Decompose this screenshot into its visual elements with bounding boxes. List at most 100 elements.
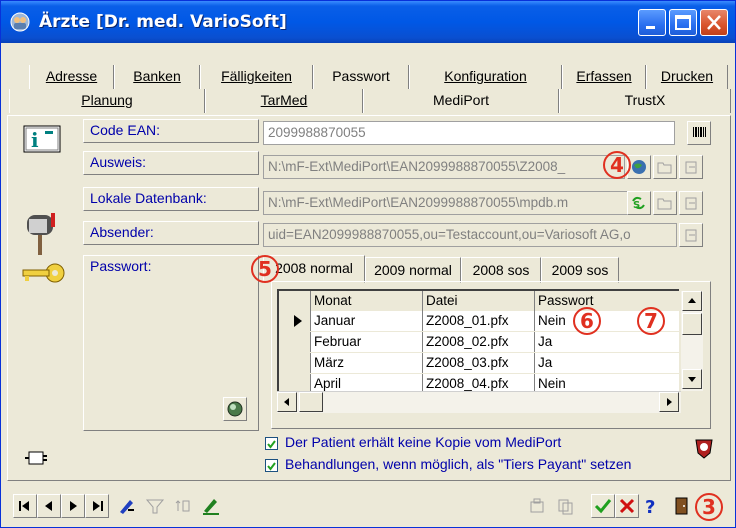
- row-indicator: [279, 374, 311, 391]
- scroll-up-button[interactable]: [682, 291, 702, 311]
- code-ean-field[interactable]: 2099988870055: [263, 121, 675, 145]
- table-row[interactable]: Januar Z2008_01.pfx Nein: [279, 311, 679, 331]
- ausweis-label: Ausweis:: [83, 151, 259, 175]
- previous-record-button[interactable]: [37, 494, 61, 518]
- table-row[interactable]: Februar Z2008_02.pfx Ja: [279, 332, 679, 352]
- grid-horizontal-scrollbar[interactable]: [277, 391, 681, 413]
- first-record-button[interactable]: [13, 494, 37, 518]
- column-header-monat[interactable]: Monat: [311, 291, 423, 311]
- help-question-icon: ?: [645, 497, 655, 518]
- sort-button[interactable]: [171, 494, 195, 518]
- checkbox-keine-kopie-label[interactable]: Der Patient erhält keine Kopie vom MediP…: [285, 434, 561, 450]
- copy-button[interactable]: [553, 494, 577, 518]
- tab-trustx[interactable]: TrustX: [559, 89, 731, 113]
- edit-button[interactable]: [115, 494, 139, 518]
- grid-vertical-scrollbar[interactable]: [681, 291, 703, 391]
- key-icon: [22, 263, 65, 283]
- ausweis-open-button[interactable]: [653, 155, 677, 179]
- filter-button[interactable]: [143, 494, 167, 518]
- cancel-button[interactable]: [615, 494, 639, 518]
- plug-icon: [25, 451, 47, 465]
- cell-datei[interactable]: Z2008_04.pfx: [423, 374, 535, 391]
- last-record-button[interactable]: [85, 494, 109, 518]
- cell-passwort[interactable]: Nein: [535, 374, 679, 391]
- barcode-button[interactable]: [687, 121, 711, 145]
- callout-6: 6: [573, 307, 601, 335]
- info-icon: i: [23, 125, 61, 153]
- current-row-arrow-icon: [294, 315, 302, 327]
- cell-monat[interactable]: April: [311, 374, 423, 391]
- hscroll-thumb[interactable]: [299, 392, 323, 412]
- copy-icon: [558, 499, 573, 515]
- callout-7: 7: [637, 307, 665, 335]
- cell-monat[interactable]: Januar: [311, 311, 423, 331]
- tab-mediport[interactable]: MediPort: [363, 89, 559, 113]
- svg-text:S: S: [633, 200, 640, 211]
- print-button[interactable]: [525, 494, 549, 518]
- next-record-button[interactable]: [61, 494, 85, 518]
- certificate-button[interactable]: [223, 397, 247, 421]
- close-button[interactable]: [700, 9, 728, 36]
- tab-planung[interactable]: Planung: [9, 89, 205, 113]
- svg-text:i: i: [31, 128, 39, 152]
- cell-monat[interactable]: März: [311, 353, 423, 373]
- minimize-button[interactable]: [638, 9, 666, 36]
- svg-text:?: ?: [645, 497, 655, 517]
- close-icon: [707, 15, 721, 30]
- first-icon: [19, 501, 29, 511]
- cell-datei[interactable]: Z2008_01.pfx: [423, 311, 535, 331]
- exit-button[interactable]: [669, 494, 693, 518]
- absender-field[interactable]: uid=EAN2099988870055,ou=Testaccount,ou=V…: [263, 223, 677, 247]
- cell-passwort[interactable]: Ja: [535, 353, 679, 373]
- subtab-2009-normal[interactable]: 2009 normal: [365, 257, 461, 283]
- table-row[interactable]: März Z2008_03.pfx Ja: [279, 353, 679, 373]
- cell-passwort[interactable]: Ja: [535, 332, 679, 352]
- tab-adresse[interactable]: Adresse: [29, 65, 114, 89]
- absender-export-button[interactable]: [679, 223, 703, 247]
- checkbox-keine-kopie[interactable]: [265, 437, 278, 450]
- subtab-2008-sos[interactable]: 2008 sos: [461, 257, 541, 283]
- sign-button[interactable]: [199, 494, 223, 518]
- subtab-2009-sos[interactable]: 2009 sos: [541, 257, 619, 283]
- ausweis-export-button[interactable]: [679, 155, 703, 179]
- tab-passwort[interactable]: Passwort: [313, 65, 409, 89]
- datenbank-export-button[interactable]: [679, 191, 703, 215]
- shield-icon[interactable]: [693, 437, 715, 461]
- checkbox-tiers-payant-label[interactable]: Behandlungen, wenn möglich, als "Tiers P…: [285, 456, 631, 472]
- scroll-down-button[interactable]: [682, 369, 702, 389]
- ok-button[interactable]: [591, 494, 615, 518]
- sort-icon: [175, 500, 190, 512]
- datenbank-open-button[interactable]: [653, 191, 677, 215]
- ausweis-field[interactable]: N:\mF-Ext\MediPort\EAN2099988870055\Z200…: [263, 155, 625, 179]
- tab-drucken[interactable]: Drucken: [646, 65, 728, 89]
- tab-banken[interactable]: Banken: [114, 65, 200, 89]
- cell-datei[interactable]: Z2008_03.pfx: [423, 353, 535, 373]
- sync-button[interactable]: S: [627, 191, 651, 215]
- column-header-datei[interactable]: Datei: [423, 291, 535, 311]
- globe-icon: [632, 160, 646, 174]
- cell-monat[interactable]: Februar: [311, 332, 423, 352]
- row-indicator: [279, 332, 311, 352]
- cell-datei[interactable]: Z2008_02.pfx: [423, 332, 535, 352]
- check-icon: [267, 440, 276, 449]
- export-icon: [685, 229, 697, 242]
- table-row[interactable]: April Z2008_04.pfx Nein: [279, 374, 679, 391]
- help-button[interactable]: ?: [639, 494, 663, 518]
- scroll-right-button[interactable]: [659, 392, 679, 412]
- tab-faelligkeiten[interactable]: Fälligkeiten: [200, 65, 313, 89]
- lokale-datenbank-field[interactable]: N:\mF-Ext\MediPort\EAN2099988870055\mpdb…: [263, 191, 637, 215]
- checkbox-tiers-payant[interactable]: [265, 459, 278, 472]
- tab-erfassen[interactable]: Erfassen: [562, 65, 646, 89]
- tab-tarmed[interactable]: TarMed: [205, 89, 363, 113]
- grid-header-row: Monat Datei Passwort: [279, 291, 679, 311]
- app-icon: [10, 12, 30, 32]
- title-bar[interactable]: Ärzte [Dr. med. VarioSoft]: [1, 1, 735, 43]
- scroll-thumb[interactable]: [682, 313, 702, 335]
- app-window: Ärzte [Dr. med. VarioSoft] Adresse Banke…: [0, 0, 736, 528]
- maximize-button[interactable]: [669, 9, 697, 36]
- tab-row-1: Adresse Banken Fälligkeiten Passwort Kon…: [29, 65, 729, 89]
- export-icon: [685, 197, 697, 210]
- callout-3: 3: [695, 493, 723, 521]
- tab-konfiguration[interactable]: Konfiguration: [409, 65, 562, 89]
- scroll-left-button[interactable]: [277, 392, 297, 412]
